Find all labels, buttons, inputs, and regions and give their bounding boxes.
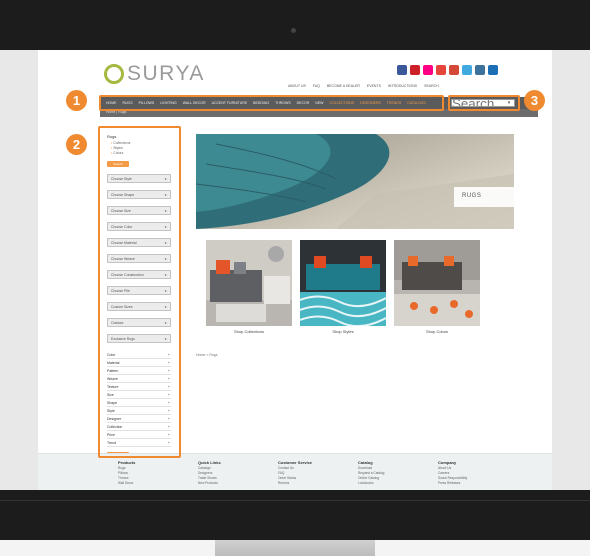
collections-room-image — [206, 240, 292, 326]
callout-badge-2: 2 — [66, 134, 87, 155]
tile-shop-styles[interactable] — [300, 240, 386, 326]
footer-link[interactable]: Designers — [198, 471, 221, 475]
webcam-icon — [291, 28, 296, 33]
hero-label: RUGS — [462, 193, 482, 199]
footer-link[interactable]: Contact Us — [278, 466, 312, 470]
footer-link[interactable]: Online Catalog — [358, 476, 384, 480]
monitor-bezel-left — [0, 50, 38, 490]
footer-link[interactable]: Order Status — [278, 476, 312, 480]
hero-banner[interactable]: RUGS — [196, 134, 514, 229]
footer-column: Customer Service Contact Us FAQ Order Statu… — [278, 460, 312, 485]
footer-link[interactable]: Request a Catalog — [358, 471, 384, 475]
callout-3-outline — [448, 95, 520, 111]
monitor-bezel-bottom — [0, 490, 590, 540]
footer-link[interactable]: New Products — [198, 481, 221, 485]
footer-column: Products Rugs Pillows Throws Wall Decor — [118, 460, 135, 485]
top-link[interactable]: Introductions — [388, 84, 417, 88]
site-footer: Products Rugs Pillows Throws Wall Decor Quick… — [38, 453, 552, 490]
linkedin-icon[interactable] — [488, 65, 498, 75]
callout-2-outline — [98, 126, 181, 458]
top-links: About Us FAQ Become a Dealer Events Introduc… — [288, 84, 439, 88]
footer-heading: Products — [118, 460, 136, 465]
footer-column: Catalog Download Request a Catalog Online C… — [358, 460, 384, 485]
monitor-bezel-right — [552, 50, 590, 490]
footer-column: Quick Links Catalogs Designers Trade Shows N… — [198, 460, 221, 485]
google-plus-icon[interactable] — [449, 65, 459, 75]
instagram-icon[interactable] — [475, 65, 485, 75]
colors-room-image — [394, 240, 480, 326]
footer-link[interactable]: About Us — [438, 466, 467, 470]
content-breadcrumb[interactable]: Home > Rugs — [196, 353, 218, 357]
footer-link[interactable]: Returns — [278, 481, 312, 485]
caption-shop-colors[interactable]: Shop Colors — [394, 329, 480, 334]
hero-label-box: RUGS — [454, 187, 514, 207]
top-link[interactable]: Search — [424, 84, 439, 88]
hero-rug-image — [196, 134, 514, 229]
footer-link[interactable]: Press Releases — [438, 481, 467, 485]
footer-link[interactable]: Rugs — [118, 466, 135, 470]
footer-heading: Company — [438, 460, 457, 465]
tile-shop-collections[interactable] — [206, 240, 292, 326]
footer-link[interactable]: Catalogs — [198, 466, 221, 470]
styles-room-image — [300, 240, 386, 326]
top-link[interactable]: Events — [367, 84, 381, 88]
top-link[interactable]: FAQ — [313, 84, 320, 88]
footer-link[interactable]: Lookbooks — [358, 481, 384, 485]
youtube-icon[interactable] — [436, 65, 446, 75]
surya-logo[interactable]: SURYA — [104, 62, 205, 86]
footer-link[interactable]: Social Responsibility — [438, 476, 467, 480]
callout-badge-1: 1 — [66, 90, 87, 111]
browser-screen: SURYA About Us FAQ Become a Dealer Events In… — [38, 50, 552, 490]
caption-shop-styles[interactable]: Shop Styles — [300, 329, 386, 334]
facebook-icon[interactable] — [397, 65, 407, 75]
footer-link[interactable]: Pillows — [118, 471, 135, 475]
monitor-stand — [215, 540, 375, 556]
footer-heading: Quick Links — [198, 460, 221, 465]
callout-1-outline — [99, 95, 444, 111]
top-link[interactable]: About Us — [288, 84, 306, 88]
caption-shop-collections[interactable]: Shop Collections — [206, 329, 292, 334]
logo-text: SURYA — [127, 62, 205, 85]
footer-link[interactable]: Wall Decor — [118, 481, 135, 485]
callout-badge-3: 3 — [524, 90, 545, 111]
flickr-icon[interactable] — [423, 65, 433, 75]
monitor-bezel-top — [0, 0, 590, 50]
footer-link[interactable]: Careers — [438, 471, 467, 475]
top-link[interactable]: Become a Dealer — [327, 84, 360, 88]
pinterest-icon[interactable] — [410, 65, 420, 75]
footer-link[interactable]: FAQ — [278, 471, 312, 475]
twitter-icon[interactable] — [462, 65, 472, 75]
footer-link[interactable]: Throws — [118, 476, 135, 480]
footer-link[interactable]: Trade Shows — [198, 476, 221, 480]
footer-heading: Customer Service — [278, 460, 313, 465]
social-icons — [397, 65, 498, 75]
logo-ring-icon — [104, 64, 124, 84]
tile-shop-colors[interactable] — [394, 240, 480, 326]
footer-heading: Catalog — [358, 460, 373, 465]
footer-link[interactable]: Download — [358, 466, 384, 470]
footer-column: Company About Us Careers Social Responsibil… — [438, 460, 467, 485]
